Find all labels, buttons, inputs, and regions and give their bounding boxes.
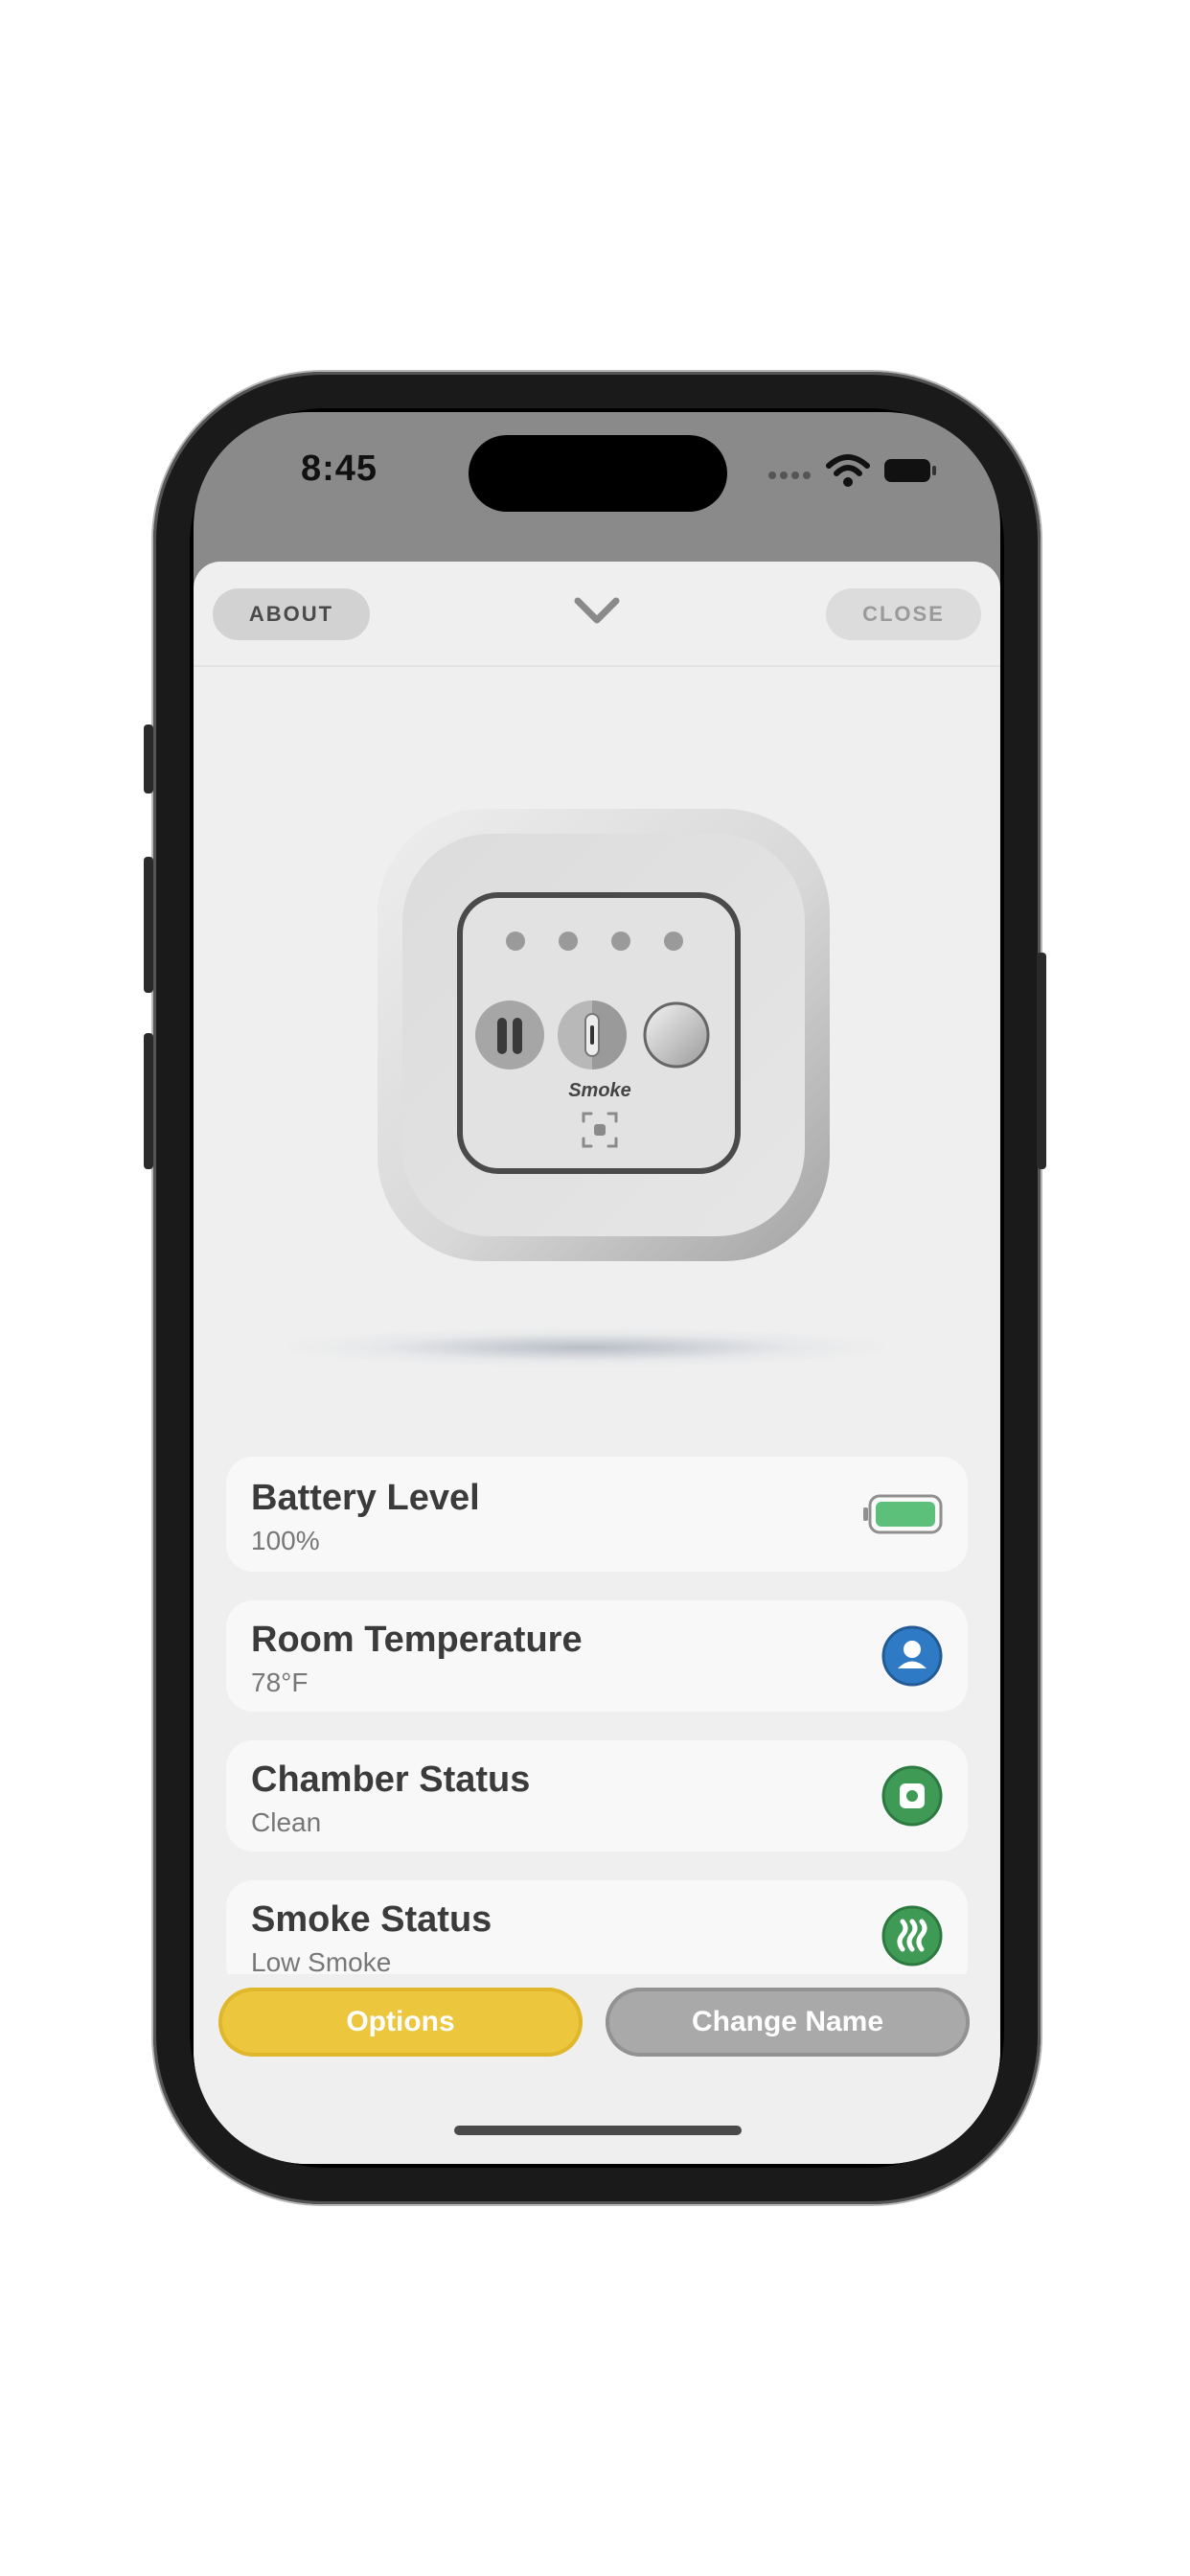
smoke-icon [881,1905,943,1966]
status-time: 8:45 [301,448,378,489]
card-value: 100% [251,1526,320,1555]
dynamic-island [469,435,727,512]
about-button[interactable]: ABOUT [213,588,370,640]
sheet-header: ABOUT CLOSE [194,562,1000,667]
device-shadow [289,1328,883,1367]
screen: 8:45 ABOUT CLOSE Smoke Battery Level 100… [194,412,1000,2164]
battery-full-icon [863,1494,943,1534]
device-sheet: ABOUT CLOSE Smoke Battery Level 100% Roo… [194,562,1000,2164]
person-circle-icon [881,1625,943,1687]
chamber-icon [881,1765,943,1827]
battery-level-card[interactable]: Battery Level 100% [226,1457,968,1572]
room-temperature-card[interactable]: Room Temperature 78°F [226,1600,968,1712]
home-indicator[interactable] [454,2126,742,2135]
power-button [1037,953,1046,1169]
close-button[interactable]: CLOSE [826,588,981,640]
card-title: Battery Level [251,1478,480,1518]
volume-down-button [144,1033,153,1169]
smoke-detector-image: Smoke [378,809,830,1261]
action-button [144,724,153,794]
chamber-status-card[interactable]: Chamber Status Clean [226,1740,968,1852]
chevron-down-icon[interactable] [573,594,621,627]
bottom-action-bar: Options Change Name [194,1986,1000,2164]
card-title: Smoke Status [251,1899,492,1940]
card-value: Clean [251,1807,322,1837]
volume-up-button [144,857,153,993]
change-name-button[interactable]: Change Name [606,1988,970,2057]
battery-icon [884,459,936,482]
options-button[interactable]: Options [218,1988,583,2057]
list-fade [194,1974,1000,1986]
wifi-icon [826,454,870,487]
status-bar: 8:45 [194,412,1000,565]
card-title: Room Temperature [251,1620,583,1660]
cellular-signal-icon [768,472,812,479]
card-title: Chamber Status [251,1760,531,1800]
device-label: Smoke [568,1080,631,1101]
card-value: 78°F [251,1668,309,1697]
